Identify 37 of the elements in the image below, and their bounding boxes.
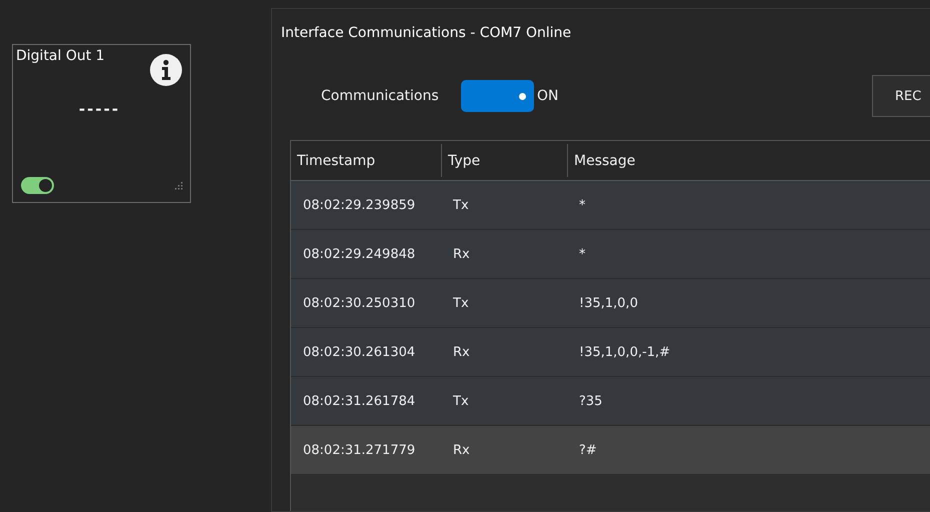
tile-value: ----- xyxy=(78,100,120,118)
table-cell-text: !35,1,0,0,-1,# xyxy=(578,344,672,360)
dialog-title: Interface Communications - COM7 Online xyxy=(281,25,572,41)
column-header[interactable]: Message xyxy=(568,144,930,177)
toggle-state: ON xyxy=(537,88,558,104)
table-cell-text: 08:02:30.250310 xyxy=(302,296,416,310)
table-cell-text: ?# xyxy=(578,442,598,458)
table-cell-text: 08:02:31.271779 xyxy=(302,442,416,458)
table-cell-text: * xyxy=(578,198,586,212)
table-cell-text: Rx xyxy=(452,246,471,262)
table-cell-text: Rx xyxy=(452,442,471,458)
toggle-switch[interactable] xyxy=(461,80,534,112)
toggle-switch[interactable] xyxy=(21,177,54,194)
column-header[interactable]: Type xyxy=(442,144,568,177)
column-header[interactable]: Timestamp xyxy=(291,144,442,177)
table-cell-text: 08:02:29.239859 xyxy=(302,198,416,212)
record-button[interactable]: REC xyxy=(872,75,930,117)
tile-title: Digital Out 1 xyxy=(16,48,106,64)
table-row[interactable]: 08:02:30.261304 Rx !35,1,0,0,-1,# xyxy=(291,328,930,377)
table-cell-text: ?35 xyxy=(578,394,604,408)
table-cell-text: Tx xyxy=(452,296,470,310)
info-icon[interactable] xyxy=(150,54,182,86)
table-cell-text: 08:02:30.261304 xyxy=(302,344,416,360)
table-cell-text: 08:02:31.261784 xyxy=(302,394,416,408)
table-row[interactable]: 08:02:29.249848 Rx * xyxy=(291,230,930,279)
table-cell-text: 08:02:29.249848 xyxy=(302,246,416,262)
table-row[interactable]: 08:02:30.250310 Tx !35,1,0,0 xyxy=(291,279,930,328)
table-cell-text: !35,1,0,0 xyxy=(578,296,639,310)
table-cell-text: * xyxy=(578,246,586,262)
communications-label: Communications xyxy=(321,88,440,104)
table-row[interactable]: 08:02:31.261784 Tx ?35 xyxy=(291,377,930,426)
table-cell-text: Tx xyxy=(452,394,470,408)
table-row[interactable]: 08:02:31.271779 Rx ?# xyxy=(291,426,930,475)
resize-grip-icon[interactable] xyxy=(174,181,183,190)
table-row[interactable]: 08:02:29.239859 Tx * xyxy=(291,181,930,230)
table-cell-text: Rx xyxy=(452,344,471,360)
table-cell-text: Tx xyxy=(452,198,470,212)
